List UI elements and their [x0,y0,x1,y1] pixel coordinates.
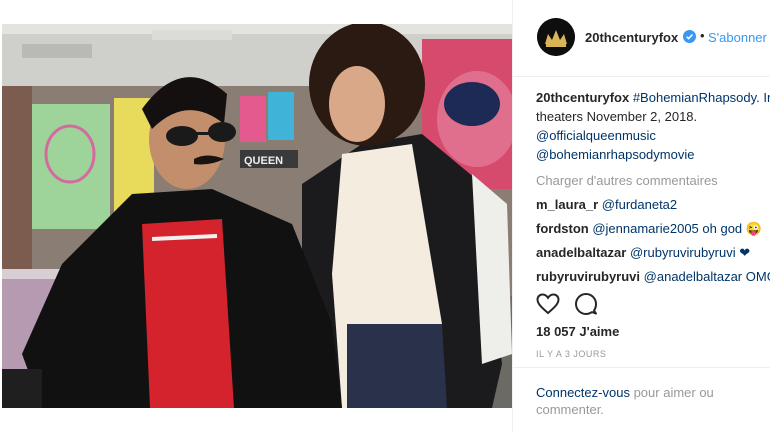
comments-section: 20thcenturyfox #BohemianRhapsody. In the… [536,88,770,284]
comment-text: @rubyruvirubyruvi ❤ [629,245,751,260]
caption-mention-2[interactable]: @bohemianrhapsodymovie [536,145,770,164]
comment-username[interactable]: m_laura_r [536,197,598,212]
post-sidebar: 20thcenturyfox • S'abonner 20thcenturyfo… [513,0,770,432]
caption-first-line: 20thcenturyfox #BohemianRhapsody. In [536,88,770,107]
verified-badge-icon [683,30,696,43]
post-photo-illustration: QUEEN [2,24,512,408]
caption-hashtag[interactable]: #BohemianRhapsody. In [633,90,770,105]
likes-count[interactable]: 18 057 J'aime [536,324,619,339]
queen-poster-text: QUEEN [244,155,283,167]
post-actions [535,291,615,317]
instagram-post-embed: QUEEN 20thcenturyfox • S'abonner 20thcen… [0,0,770,432]
caption-username[interactable]: 20thcenturyfox [536,90,629,105]
login-link[interactable]: Connectez-vous [536,385,630,400]
caption-mention-1[interactable]: @officialqueenmusic [536,126,770,145]
comment-item: m_laura_r @furdaneta2 [536,195,770,214]
load-more-comments-link[interactable]: Charger d'autres commentaires [536,171,770,190]
fox-studio-logo-icon[interactable] [537,18,575,56]
heart-icon[interactable] [535,291,561,317]
separator-dot: • [700,28,705,43]
caption-line-2: theaters November 2, 2018. [536,109,698,124]
comment-item: anadelbaltazar @rubyruvirubyruvi ❤ [536,243,770,262]
comment-username[interactable]: rubyruvirubyruvi [536,269,640,284]
comment-item: fordston @jennamarie2005 oh god 😜 [536,219,770,238]
follow-button[interactable]: S'abonner [708,30,767,45]
comment-username[interactable]: fordston [536,221,589,236]
post-photo[interactable]: QUEEN [2,24,512,408]
post-timestamp[interactable]: IL Y A 3 JOURS [536,349,606,359]
comment-item: rubyruvirubyruvi @anadelbaltazar OMG [536,267,770,284]
post-header: 20thcenturyfox • S'abonner [513,0,770,77]
divider-horizontal [513,367,770,368]
account-username[interactable]: 20thcenturyfox [585,30,678,45]
comment-text: @jennamarie2005 oh god 😜 [592,221,762,236]
comment-text: @anadelbaltazar OMG [643,269,770,284]
comment-bubble-icon[interactable] [573,291,599,317]
comment-text: @furdaneta2 [601,197,678,212]
login-prompt: Connectez-vous pour aimer ou commenter. [536,384,746,418]
comment-username[interactable]: anadelbaltazar [536,245,626,260]
